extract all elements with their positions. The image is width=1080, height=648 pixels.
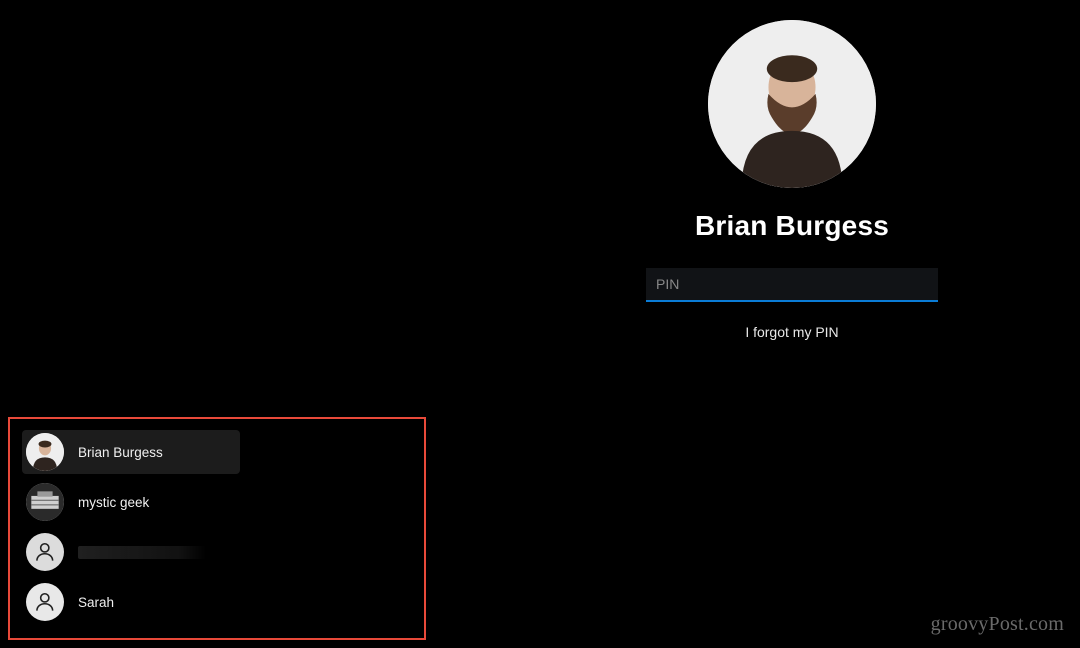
account-item-sarah[interactable]: Sarah (22, 580, 240, 624)
avatar (26, 433, 64, 471)
account-name-label: mystic geek (78, 495, 149, 510)
account-switcher: Brian Burgess mystic geek (8, 417, 426, 640)
watermark-text: groovyPost.com (931, 613, 1064, 636)
user-photo-icon (26, 483, 64, 521)
user-photo-icon (708, 20, 876, 188)
avatar (26, 583, 64, 621)
account-name-label: Sarah (78, 595, 114, 610)
avatar (26, 483, 64, 521)
person-icon (33, 590, 57, 614)
account-name-label (78, 546, 206, 559)
avatar (26, 533, 64, 571)
person-icon (33, 540, 57, 564)
account-item-brian[interactable]: Brian Burgess (22, 430, 240, 474)
account-name-label: Brian Burgess (78, 445, 163, 460)
pin-input[interactable] (646, 268, 938, 302)
account-item-redacted[interactable] (22, 530, 240, 574)
username-display: Brian Burgess (695, 210, 889, 242)
forgot-pin-link[interactable]: I forgot my PIN (745, 324, 838, 340)
user-photo-icon (26, 433, 64, 471)
avatar (708, 20, 876, 188)
account-item-mystic-geek[interactable]: mystic geek (22, 480, 240, 524)
